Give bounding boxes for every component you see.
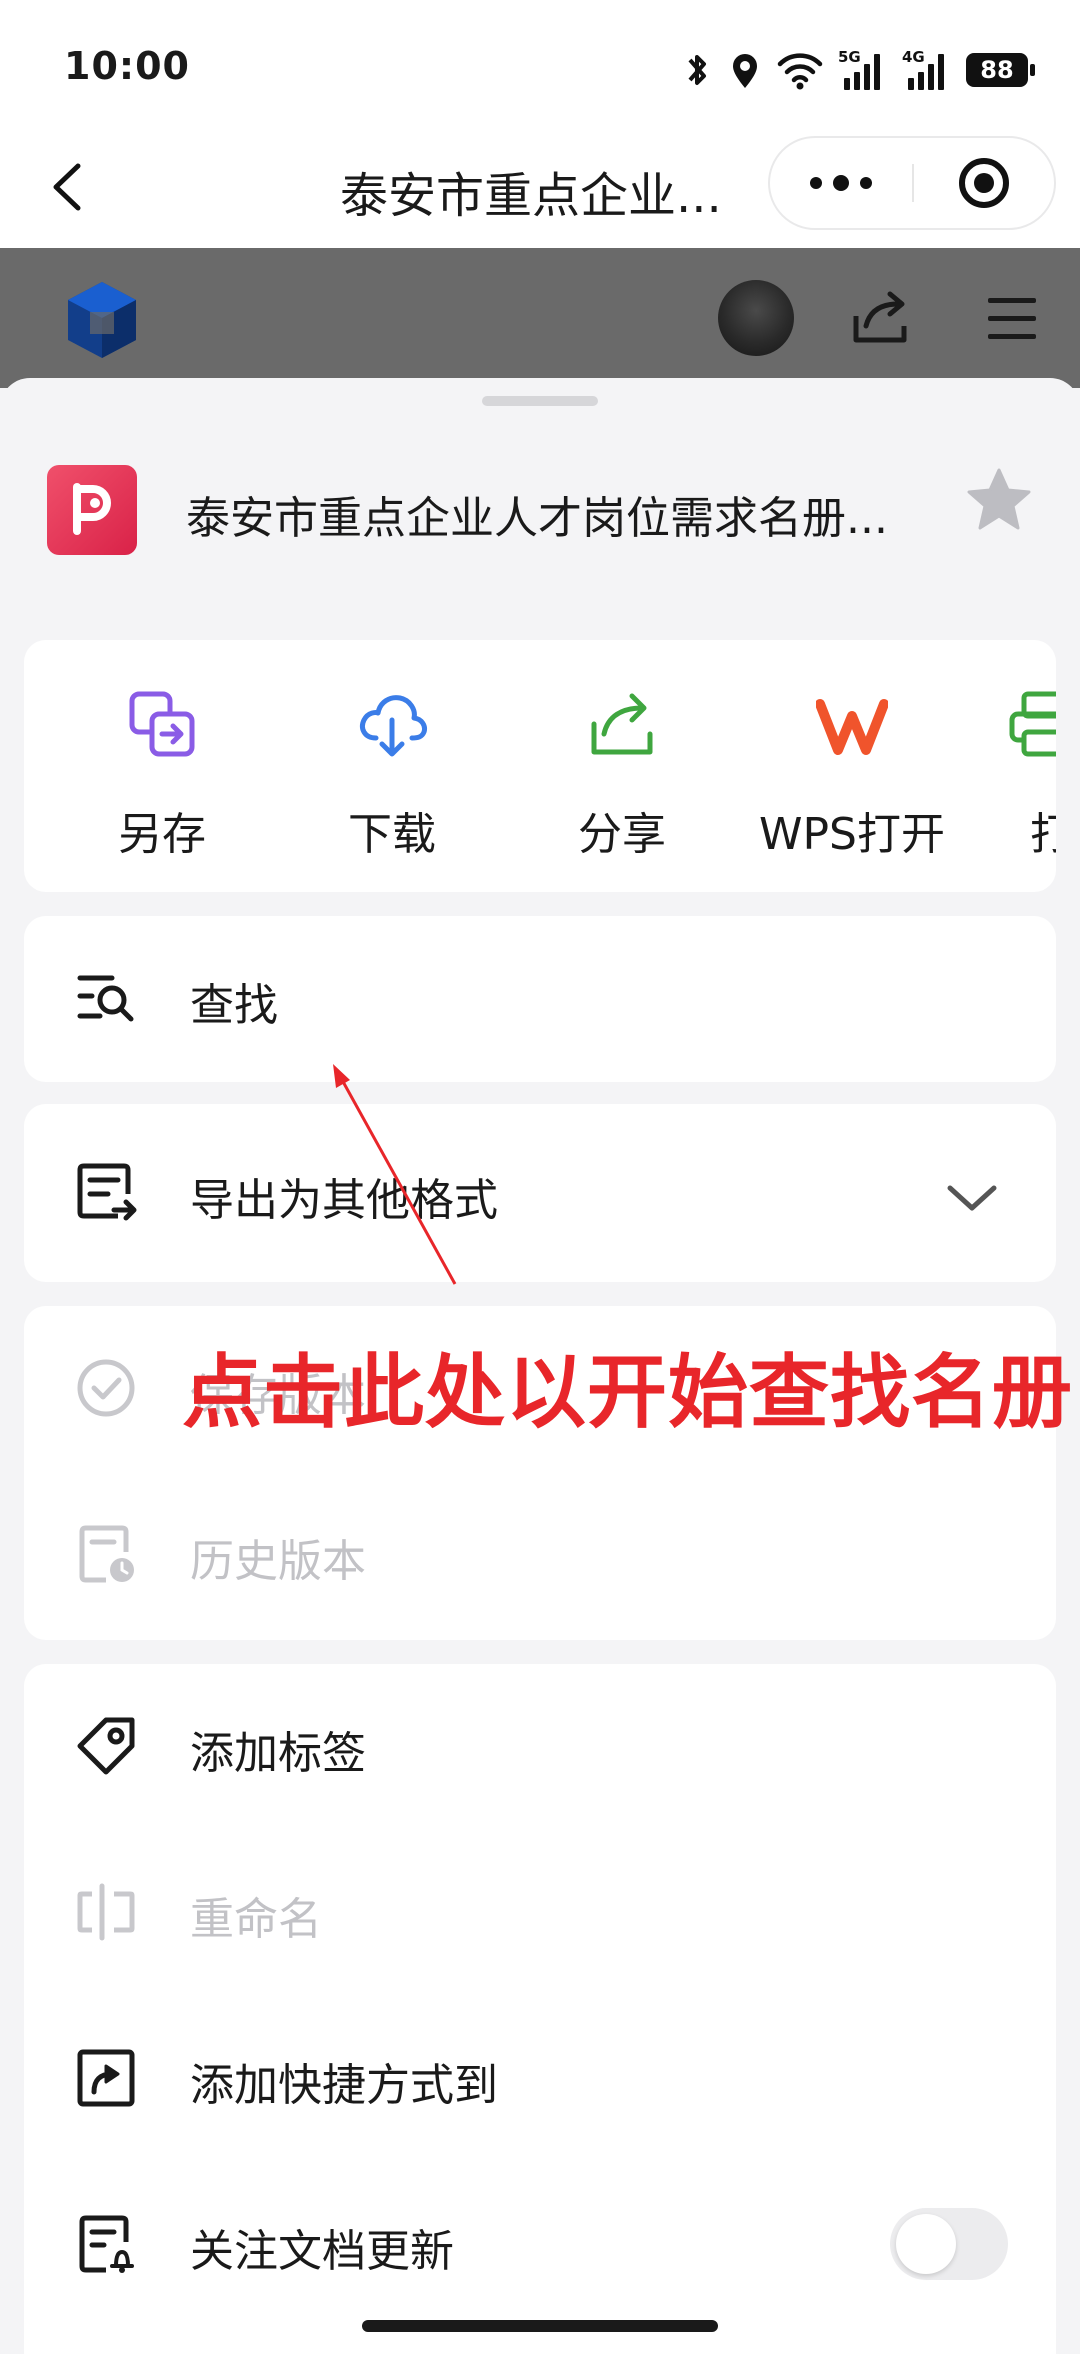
print-icon [1009, 691, 1056, 757]
sheet-handle[interactable] [482, 396, 598, 406]
share-label: 分享 [578, 809, 666, 860]
follow-updates-toggle[interactable] [890, 2208, 1008, 2280]
rename-label: 重命名 [190, 1894, 322, 1945]
save-as-icon [129, 691, 195, 757]
shortcut-icon [77, 2049, 135, 2107]
bluetooth-icon [688, 55, 706, 85]
document-icon [47, 465, 137, 555]
find-label: 查找 [190, 980, 278, 1031]
history-doc-icon [79, 1525, 134, 1583]
location-icon [733, 54, 757, 88]
find-icon [77, 975, 134, 1022]
mini-program-capsule [768, 136, 1056, 230]
svg-text:4G: 4G [902, 48, 925, 66]
follow-doc-icon [79, 2215, 134, 2273]
add-tag-button[interactable]: 添加标签 [24, 1664, 1056, 1830]
share-icon[interactable] [848, 286, 912, 350]
nav-bar: 泰安市重点企业... [0, 130, 1080, 248]
more-icon[interactable] [770, 138, 912, 228]
home-indicator[interactable] [362, 2320, 718, 2332]
follow-updates-row: 关注文档更新 [24, 2162, 1056, 2328]
add-shortcut-button[interactable]: 添加快捷方式到 [24, 1996, 1056, 2162]
wps-open-label: WPS打开 [759, 809, 945, 860]
print-button[interactable]: 打 [982, 640, 1056, 892]
close-miniprogram-icon[interactable] [914, 138, 1054, 228]
quick-actions-card: 另存 下载 分享 WPS打开 打 [24, 640, 1056, 892]
save-as-button[interactable]: 另存 [62, 640, 262, 892]
back-icon[interactable] [40, 152, 100, 222]
5g-signal-icon: 5G [838, 48, 880, 90]
chevron-down-icon [947, 1185, 997, 1211]
status-bar: 10:00 5G 4G 88 [0, 0, 1080, 130]
history-version-label: 历史版本 [190, 1536, 366, 1587]
history-version-button[interactable]: 历史版本 [24, 1472, 1056, 1638]
share-button[interactable]: 分享 [522, 640, 722, 892]
rename-icon [77, 1883, 135, 1941]
app-logo-icon [68, 282, 136, 358]
document-toolbar [0, 248, 1080, 388]
annotation-text: 点击此处以开始查找名册 [182, 1346, 1073, 1439]
export-icon [77, 1163, 137, 1221]
save-as-label: 另存 [118, 809, 206, 860]
svg-text:5G: 5G [838, 48, 861, 66]
wps-icon [816, 699, 888, 755]
wifi-icon [777, 53, 823, 90]
check-circle-icon [77, 1359, 135, 1417]
add-shortcut-label: 添加快捷方式到 [190, 2060, 498, 2111]
export-label: 导出为其他格式 [190, 1175, 498, 1226]
add-tag-label: 添加标签 [190, 1728, 366, 1779]
share-icon [591, 693, 653, 755]
wps-open-button[interactable]: WPS打开 [752, 640, 952, 892]
battery-icon: 88 [966, 53, 1035, 87]
find-card: 查找 [24, 916, 1056, 1082]
star-icon[interactable] [964, 464, 1034, 534]
follow-updates-label: 关注文档更新 [190, 2226, 454, 2277]
tag-icon [77, 1717, 135, 1775]
cloud-download-icon [360, 695, 427, 757]
4g-signal-icon: 4G [902, 48, 944, 90]
export-card: 导出为其他格式 [24, 1104, 1056, 1282]
print-label: 打 [1030, 809, 1056, 860]
avatar[interactable] [718, 280, 794, 356]
find-button[interactable]: 查找 [24, 916, 1056, 1082]
export-format-button[interactable]: 导出为其他格式 [24, 1104, 1056, 1282]
status-icons: 5G 4G 88 [680, 46, 1035, 94]
download-button[interactable]: 下载 [292, 640, 492, 892]
more-actions-card: 添加标签 重命名 添加快捷方式到 关注文档更新 [24, 1664, 1056, 2354]
status-time: 10:00 [64, 44, 190, 88]
download-label: 下载 [348, 809, 436, 860]
menu-icon[interactable] [980, 286, 1044, 350]
nav-title: 泰安市重点企业... [340, 168, 722, 224]
rename-button[interactable]: 重命名 [24, 1830, 1056, 1996]
toggle-knob [896, 2214, 956, 2274]
document-title: 泰安市重点企业人才岗位需求名册... [186, 493, 888, 544]
